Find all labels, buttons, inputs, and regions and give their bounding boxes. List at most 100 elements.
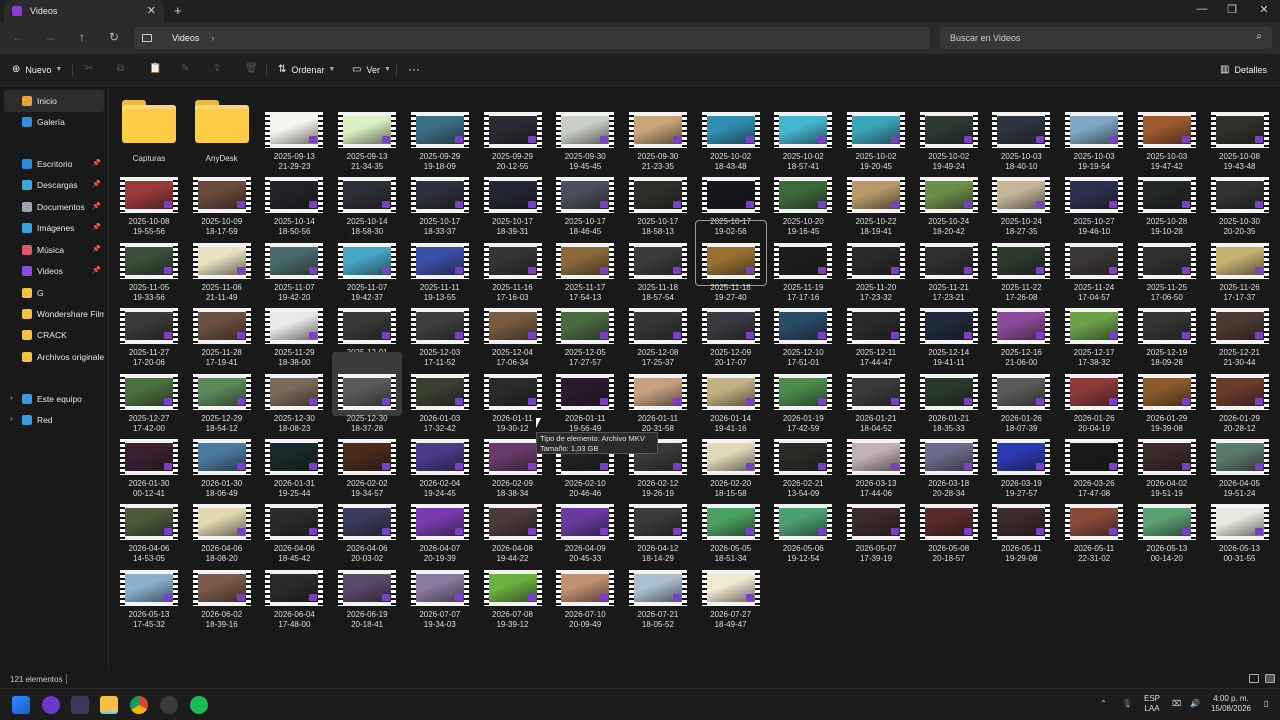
- video-item[interactable]: 2025-12-05 17-27-57: [550, 286, 620, 367]
- video-item[interactable]: 2025-11-16 17-16-03: [478, 221, 548, 302]
- video-item[interactable]: 2025-11-21 17-23-21: [914, 221, 984, 302]
- folder-item[interactable]: Capturas: [114, 90, 184, 163]
- video-item[interactable]: 2026-01-11 19-30-12: [478, 352, 548, 433]
- video-item[interactable]: 2026-04-07 20-19-39: [405, 482, 475, 563]
- refresh-button[interactable]: ↻: [106, 30, 122, 44]
- video-item[interactable]: 2026-04-06 18-08-20: [187, 482, 257, 563]
- close-window-button[interactable]: ✕: [1254, 3, 1274, 16]
- video-item[interactable]: 2026-02-20 18-15-58: [696, 417, 766, 498]
- video-item[interactable]: 2026-02-04 19-24-45: [405, 417, 475, 498]
- notification-icon[interactable]: ▯: [1264, 699, 1268, 709]
- video-item[interactable]: 2025-11-26 17-17-37: [1205, 221, 1275, 302]
- close-tab-icon[interactable]: ✕: [147, 4, 156, 17]
- video-item[interactable]: 2025-11-05 19-33-56: [114, 221, 184, 302]
- video-item[interactable]: 2026-01-29 20-28-12: [1205, 352, 1275, 433]
- sidebar-item-8[interactable]: G: [4, 282, 104, 304]
- video-item[interactable]: 2026-06-04 17-48-00: [259, 548, 329, 629]
- network-icon[interactable]: ⌧: [1172, 699, 1181, 709]
- video-item[interactable]: 2026-01-21 18-04-52: [841, 352, 911, 433]
- video-item[interactable]: 2026-04-12 18-14-29: [623, 482, 693, 563]
- video-item[interactable]: 2026-05-05 18-51-34: [696, 482, 766, 563]
- forward-button[interactable]: →: [42, 30, 58, 44]
- thumbnail-view-icon[interactable]: [1265, 674, 1275, 683]
- chevron-up-icon[interactable]: ⌃: [1100, 699, 1107, 709]
- video-item[interactable]: 2025-10-28 19-10-28: [1132, 155, 1202, 236]
- rename-icon[interactable]: ✎: [181, 63, 189, 74]
- video-item[interactable]: 2026-02-02 19-34-57: [332, 417, 402, 498]
- video-item[interactable]: 2026-05-13 17-45-32: [114, 548, 184, 629]
- video-item[interactable]: 2026-03-26 17-47-08: [1059, 417, 1129, 498]
- video-item[interactable]: 2025-10-22 18-19-41: [841, 155, 911, 236]
- video-item[interactable]: 2026-05-13 00-14-20: [1132, 482, 1202, 563]
- video-item[interactable]: 2025-11-20 17-23-32: [841, 221, 911, 302]
- video-item[interactable]: 2025-12-11 17-44-47: [841, 286, 911, 367]
- tab-videos[interactable]: Videos ✕: [4, 0, 164, 22]
- video-item[interactable]: 2026-01-19 17-42-59: [768, 352, 838, 433]
- video-item[interactable]: 2026-06-02 18-39-16: [187, 548, 257, 629]
- sidebar-item-2[interactable]: Escritorio 📌: [4, 153, 104, 175]
- video-item[interactable]: 2025-10-24 18-20-42: [914, 155, 984, 236]
- sidebar-item-0[interactable]: Inicio: [4, 90, 104, 112]
- video-item[interactable]: 2025-12-10 17-51-01: [768, 286, 838, 367]
- video-item[interactable]: 2026-05-08 20-18-57: [914, 482, 984, 563]
- video-item[interactable]: 2025-10-02 18-57-41: [768, 90, 838, 171]
- address-path[interactable]: Videos ›: [134, 27, 930, 49]
- video-item[interactable]: 2026-03-18 20-28-34: [914, 417, 984, 498]
- video-item[interactable]: 2025-10-09 18-17-59: [187, 155, 257, 236]
- video-item[interactable]: 2026-07-10 20-09-49: [550, 548, 620, 629]
- video-item[interactable]: 2025-11-18 18-57-54: [623, 221, 693, 302]
- details-button[interactable]: ▥ Detalles: [1220, 64, 1267, 75]
- video-item[interactable]: 2026-07-27 18-49-47: [696, 548, 766, 629]
- video-item[interactable]: 2026-01-11 19-56-49: [550, 352, 620, 433]
- sidebar-item-4[interactable]: Documentos 📌: [4, 196, 104, 218]
- video-item[interactable]: 2025-09-29 19-18-09: [405, 90, 475, 171]
- video-item[interactable]: 2025-10-02 19-49-24: [914, 90, 984, 171]
- video-item[interactable]: 2025-12-03 17-11-52: [405, 286, 475, 367]
- clock[interactable]: 4:00 p. m. 15/08/2026: [1206, 694, 1256, 714]
- video-item[interactable]: 2026-01-14 19-41-16: [696, 352, 766, 433]
- video-item[interactable]: 2025-10-17 18-46-45: [550, 155, 620, 236]
- video-item[interactable]: 2025-12-21 21-30-44: [1205, 286, 1275, 367]
- video-item[interactable]: 2025-12-04 17-06-34: [478, 286, 548, 367]
- video-item[interactable]: 2026-01-31 19-25-44: [259, 417, 329, 498]
- windows-start-icon[interactable]: [12, 696, 30, 714]
- video-item[interactable]: 2025-10-27 19-46-10: [1059, 155, 1129, 236]
- new-tab-button[interactable]: +: [174, 3, 182, 18]
- video-item[interactable]: 2025-10-03 19-47-42: [1132, 90, 1202, 171]
- video-item[interactable]: 2025-12-0117-27-17: [332, 286, 402, 367]
- video-item[interactable]: 2025-12-08 17-25-37: [623, 286, 693, 367]
- chevron-right-icon[interactable]: ›: [10, 414, 13, 423]
- chrome-icon[interactable]: [130, 696, 148, 714]
- video-item[interactable]: 2025-10-17 18-58-13: [623, 155, 693, 236]
- video-item[interactable]: 2026-01-21 18-35-33: [914, 352, 984, 433]
- app-icon[interactable]: [71, 696, 89, 714]
- video-item[interactable]: 2025-10-02 18-43-48: [696, 90, 766, 171]
- video-item[interactable]: 2025-12-27 17-42-00: [114, 352, 184, 433]
- video-item[interactable]: 2025-11-29 18-38-00: [259, 286, 329, 367]
- search-icon[interactable]: ⌕: [1256, 31, 1262, 42]
- video-item[interactable]: 2026-01-29 19-39-08: [1132, 352, 1202, 433]
- video-item[interactable]: 2025-12-14 19-41-11: [914, 286, 984, 367]
- video-item[interactable]: 2026-07-08 19-39-12: [478, 548, 548, 629]
- video-item[interactable]: 2025-10-08 19-43-48: [1205, 90, 1275, 171]
- more-options-button[interactable]: ···: [408, 62, 420, 76]
- share-icon[interactable]: ⇪: [213, 63, 221, 74]
- video-item[interactable]: 2025-11-28 17-19-41: [187, 286, 257, 367]
- folder-item[interactable]: AnyDesk: [187, 90, 257, 163]
- video-item[interactable]: 2025-10-03 18-40-10: [986, 90, 1056, 171]
- video-item[interactable]: 2025-09-30 19-45-45: [550, 90, 620, 171]
- video-item[interactable]: 2025-10-17 19-02-56: [696, 155, 766, 236]
- video-item[interactable]: 2025-10-14 18-58-30: [332, 155, 402, 236]
- sort-button[interactable]: ⇅ Ordenar ▼: [278, 64, 335, 75]
- video-item[interactable]: 2025-11-07 19-42-20: [259, 221, 329, 302]
- video-item[interactable]: 2026-04-06 14-53-05: [114, 482, 184, 563]
- cut-icon[interactable]: ✂: [85, 63, 93, 74]
- video-item[interactable]: 2026-01-11 20-31-58: [623, 352, 693, 433]
- video-item[interactable]: 2026-07-07 19-34-03: [405, 548, 475, 629]
- video-item[interactable]: 2026-01-30 18-06-49: [187, 417, 257, 498]
- video-item[interactable]: 2026-01-26 18-07-39: [986, 352, 1056, 433]
- breadcrumb-videos[interactable]: Videos: [172, 33, 199, 43]
- video-item[interactable]: 2026-04-05 19-51-24: [1205, 417, 1275, 498]
- video-item[interactable]: 2026-05-13 00-31-55: [1205, 482, 1275, 563]
- video-item[interactable]: 2026-03-19 19-27-57: [986, 417, 1056, 498]
